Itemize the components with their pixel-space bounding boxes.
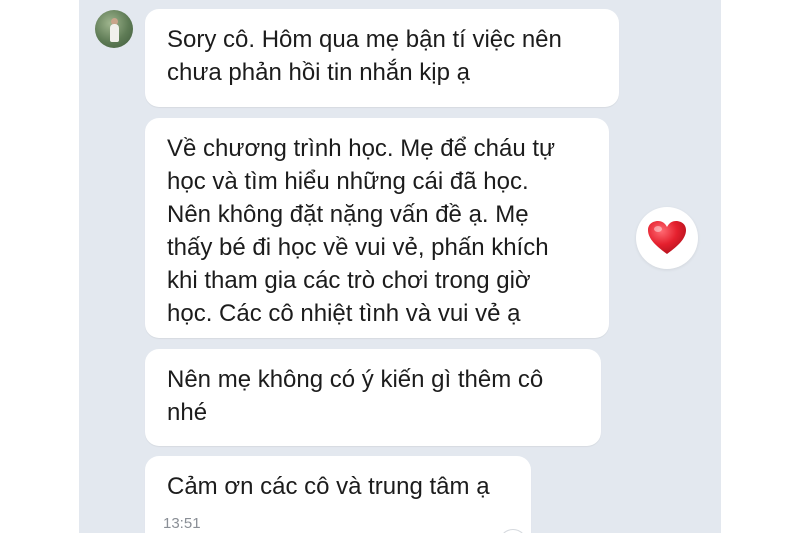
message-text: Về chương trình học. Mẹ để cháu tự học v… xyxy=(167,135,556,327)
message-bubble[interactable]: Cảm ơn các cô và trung tâm ạ 13:51 xyxy=(145,456,531,533)
chat-panel: Sory cô. Hôm qua mẹ bận tí việc nên chưa… xyxy=(79,0,721,533)
message-text: Nên mẹ không có ý kiến gì thêm cô nhé xyxy=(167,366,544,426)
message-bubble[interactable]: Nên mẹ không có ý kiến gì thêm cô nhé xyxy=(145,349,601,446)
heart-reaction[interactable] xyxy=(636,207,698,269)
message-text: Cảm ơn các cô và trung tâm ạ xyxy=(167,473,490,500)
message-text: Sory cô. Hôm qua mẹ bận tí việc nên chưa… xyxy=(167,26,562,86)
heart-icon xyxy=(648,221,686,254)
avatar[interactable] xyxy=(95,10,133,48)
message-bubble[interactable]: Về chương trình học. Mẹ để cháu tự học v… xyxy=(145,118,609,338)
avatar-figure xyxy=(110,24,119,42)
message-timestamp: 13:51 xyxy=(163,515,201,532)
message-bubble[interactable]: Sory cô. Hôm qua mẹ bận tí việc nên chưa… xyxy=(145,9,619,107)
